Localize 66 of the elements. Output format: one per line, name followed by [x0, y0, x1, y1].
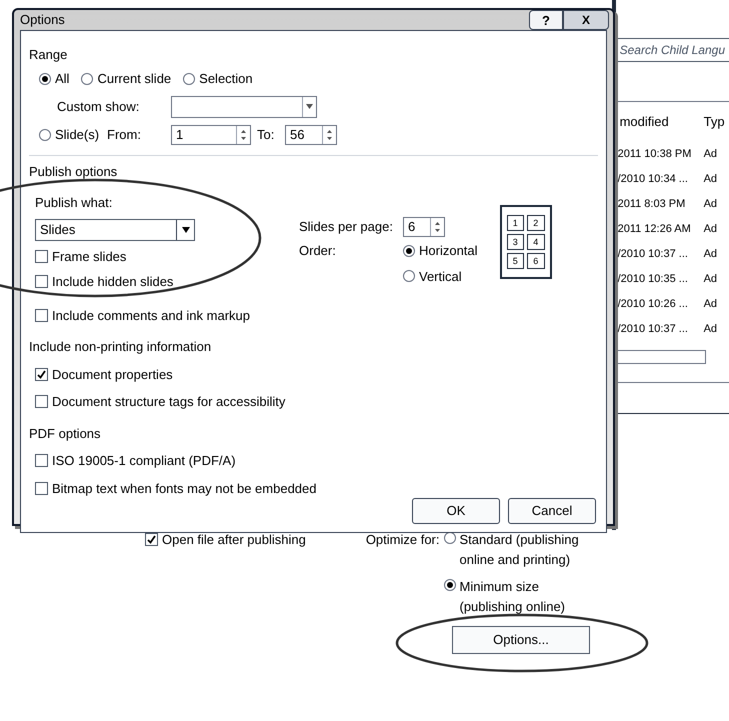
radio-button[interactable]: All	[39, 68, 70, 88]
slides-per-page-label: Slides per page:	[299, 218, 394, 236]
checkbox[interactable]: Frame slides	[35, 246, 299, 266]
custom-show-dropdown[interactable]	[171, 96, 317, 118]
ok-button[interactable]: OK	[412, 498, 500, 524]
section-heading: PDF options	[29, 424, 102, 443]
custom-show-label: Custom show:	[57, 98, 140, 116]
column-header[interactable]: Typ	[704, 112, 725, 132]
table-cell-text: Ad	[704, 247, 718, 262]
caret-icon	[306, 104, 313, 109]
radio-button[interactable]: Horizontal	[403, 241, 478, 260]
checkbox[interactable]: Open file after publishing	[145, 530, 306, 550]
table-cell-text: /2010 10:34 ...	[616, 172, 689, 188]
table-cell-text: Ad	[704, 272, 718, 288]
layout-cell: 4	[527, 234, 545, 250]
table-cell-text: Ad	[704, 197, 718, 212]
section-heading: Publish options	[29, 162, 118, 181]
check-icon	[37, 370, 46, 379]
checkbox[interactable]: ISO 19005-1 compliant (PDF/A)	[35, 451, 598, 470]
close-button[interactable]: X	[563, 10, 609, 30]
table-cell-text: /2010 10:37 ...	[616, 247, 689, 262]
to-label: To:	[257, 126, 276, 144]
spin-field[interactable]: 56	[285, 124, 337, 144]
publish-what-dropdown[interactable]: Slides	[35, 218, 195, 240]
layout-cell: 2	[527, 215, 545, 231]
checkbox[interactable]: Include hidden slides	[35, 272, 299, 292]
scrollbar[interactable]	[616, 350, 706, 364]
options-button[interactable]: Options...	[452, 626, 590, 654]
table-cell-text: /2010 10:35 ...	[616, 272, 689, 288]
layout-cell: 6	[527, 253, 545, 269]
table-cell-text: Ad	[704, 172, 718, 188]
radio-button[interactable]: Current slide	[81, 68, 172, 88]
check-icon	[147, 535, 156, 544]
radio-button[interactable]: Vertical	[403, 266, 478, 286]
caret-icon	[182, 226, 190, 232]
table-cell-text: Ad	[704, 297, 718, 312]
radio-button[interactable]: Selection	[183, 68, 253, 88]
table-cell-text: Ad	[704, 322, 718, 338]
optimize-label: Optimize for:	[366, 531, 440, 549]
layout-cell: 1	[506, 215, 524, 231]
table-cell-text: 2011 12:26 AM	[616, 222, 692, 238]
order-label: Order:	[299, 242, 337, 260]
checkbox[interactable]: Document properties	[35, 364, 598, 384]
from-label: From:	[107, 126, 142, 144]
radio-button[interactable]: Minimum size (publishing online)	[444, 577, 594, 616]
checkbox[interactable]: Include comments and ink markup	[35, 306, 299, 325]
checkbox[interactable]: Document structure tags for accessibility	[35, 392, 598, 412]
column-header[interactable]: modified	[616, 112, 704, 132]
table-cell-text: Ad	[704, 222, 718, 238]
table-cell-text: 2011 8:03 PM	[616, 197, 686, 212]
cancel-button[interactable]: Cancel	[508, 498, 596, 524]
table-cell-text: /2010 10:26 ...	[616, 297, 689, 312]
section-heading: Range	[29, 46, 68, 64]
layout-cell: 3	[506, 234, 524, 250]
checkbox[interactable]: Bitmap text when fonts may not be embedded	[35, 478, 598, 498]
table-cell-text: 2011 10:38 PM	[616, 147, 692, 162]
layout-cell: 5	[506, 253, 524, 269]
window-title: Options	[20, 11, 65, 30]
spin-field[interactable]: 6	[403, 217, 445, 237]
help-button[interactable]: ?	[529, 10, 563, 30]
radio-button[interactable]: Slide(s)	[39, 124, 107, 144]
table-cell-text: /2010 10:37 ...	[616, 322, 689, 338]
section-heading: Include non-printing information	[29, 338, 212, 356]
publish-what-label: Publish what:	[35, 194, 114, 212]
table-cell-text: Ad	[704, 147, 718, 162]
spin-field[interactable]: 1	[171, 124, 251, 144]
